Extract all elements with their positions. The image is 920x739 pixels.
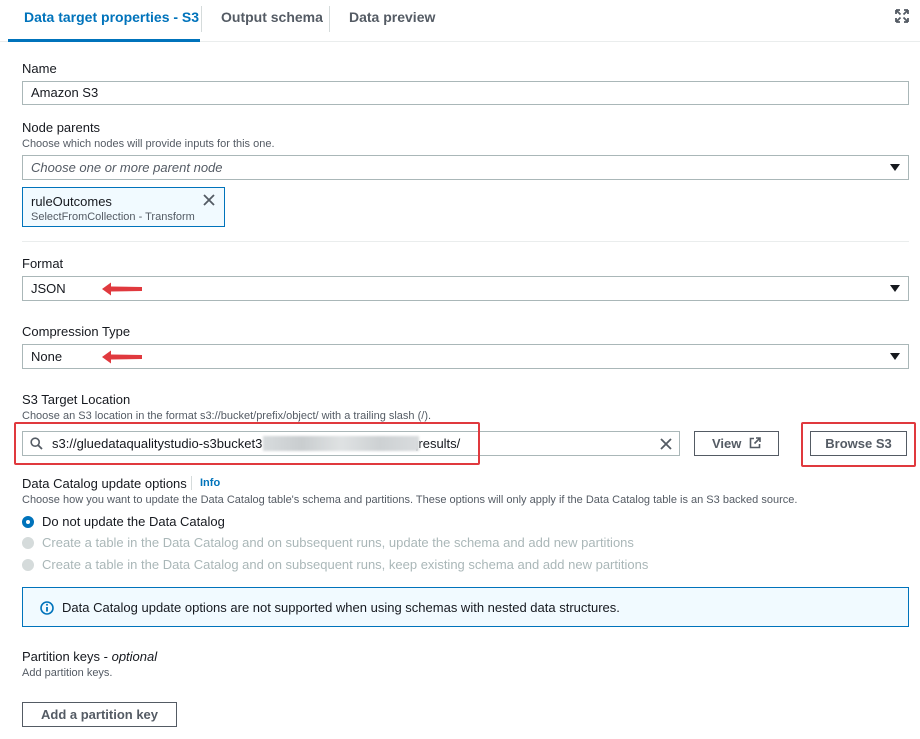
- s3-target-location-description: Choose an S3 location in the format s3:/…: [22, 410, 432, 422]
- name-label: Name: [22, 61, 57, 76]
- s3-target-location-label: S3 Target Location: [22, 392, 131, 407]
- tab-data-preview[interactable]: Data preview: [349, 0, 435, 42]
- tab-divider: [201, 6, 202, 32]
- radio-keep-schema[interactable]: [22, 559, 34, 571]
- annotation-highlight-box: [14, 422, 480, 465]
- format-select[interactable]: JSON: [22, 276, 909, 301]
- tab-bar: Data target properties - S3 Output schem…: [0, 0, 920, 42]
- radio-label-keep-schema: Create a table in the Data Catalog and o…: [42, 557, 649, 572]
- tab-output-schema[interactable]: Output schema: [221, 0, 323, 42]
- active-tab-indicator: [8, 39, 200, 42]
- info-alert: Data Catalog update options are not supp…: [22, 587, 909, 627]
- name-input[interactable]: Amazon S3: [22, 81, 909, 105]
- format-label: Format: [22, 256, 64, 271]
- radio-label-update-schema: Create a table in the Data Catalog and o…: [42, 535, 634, 550]
- info-icon: [40, 601, 54, 615]
- parent-node-token: ruleOutcomes SelectFromCollection - Tran…: [22, 187, 225, 227]
- caret-down-icon: [890, 285, 900, 292]
- node-parents-select[interactable]: Choose one or more parent node: [22, 155, 909, 180]
- clear-icon[interactable]: [660, 438, 672, 450]
- info-divider: [191, 476, 192, 490]
- annotation-arrow-icon: [102, 282, 142, 296]
- catalog-update-description: Choose how you want to update the Data C…: [22, 494, 798, 506]
- info-link[interactable]: Info: [200, 477, 220, 489]
- token-subtitle: SelectFromCollection - Transform: [31, 211, 195, 223]
- add-partition-key-button[interactable]: Add a partition key: [22, 702, 177, 727]
- annotation-highlight-box: [801, 422, 916, 467]
- partition-keys-label: Partition keys - optional: [22, 649, 158, 664]
- compression-type-select[interactable]: None: [22, 344, 909, 369]
- node-parents-label: Node parents: [22, 120, 101, 135]
- catalog-update-label: Data Catalog update options: [22, 476, 187, 491]
- alert-text: Data Catalog update options are not supp…: [62, 600, 620, 615]
- compression-value: None: [31, 349, 63, 364]
- token-title: ruleOutcomes: [31, 194, 112, 209]
- external-link-icon: [749, 437, 761, 449]
- compression-type-label: Compression Type: [22, 324, 131, 339]
- caret-down-icon: [890, 164, 900, 171]
- radio-update-schema[interactable]: [22, 537, 34, 549]
- format-value: JSON: [31, 281, 66, 296]
- node-parents-placeholder: Choose one or more parent node: [31, 160, 223, 175]
- annotation-arrow-icon: [102, 350, 142, 364]
- partition-keys-description: Add partition keys.: [22, 667, 113, 679]
- radio-label-do-not-update: Do not update the Data Catalog: [42, 514, 225, 529]
- section-divider: [22, 241, 909, 242]
- node-parents-description: Choose which nodes will provide inputs f…: [22, 138, 275, 150]
- expand-icon[interactable]: [895, 9, 909, 23]
- tab-data-target-properties[interactable]: Data target properties - S3: [24, 0, 199, 42]
- close-icon[interactable]: [203, 194, 215, 206]
- tab-divider: [329, 6, 330, 32]
- radio-do-not-update[interactable]: [22, 516, 34, 528]
- caret-down-icon: [890, 353, 900, 360]
- view-button[interactable]: View: [694, 431, 779, 456]
